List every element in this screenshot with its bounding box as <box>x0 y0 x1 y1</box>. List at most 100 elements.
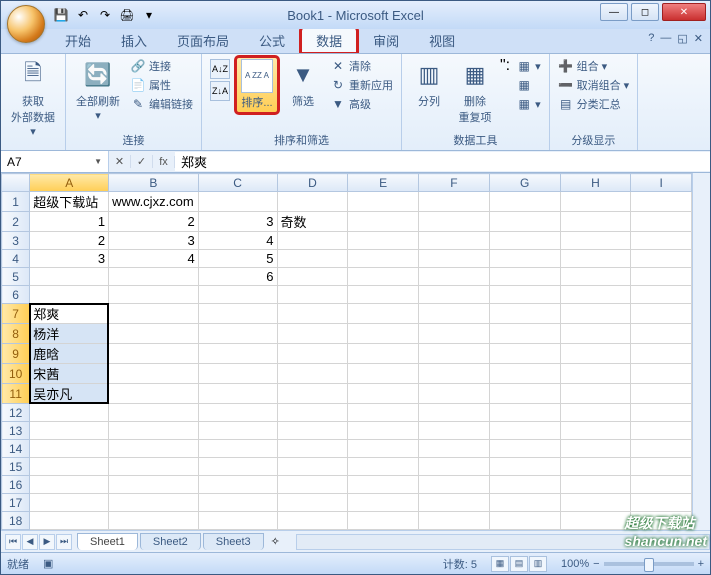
cell-G14[interactable] <box>489 440 560 458</box>
cell-I16[interactable] <box>631 476 692 494</box>
tab-review[interactable]: 审阅 <box>359 28 413 53</box>
cell-G6[interactable] <box>489 286 560 304</box>
cell-A10[interactable]: 宋茜 <box>30 364 109 384</box>
cell-D7[interactable] <box>277 304 348 324</box>
cell-D14[interactable] <box>277 440 348 458</box>
row-header-7[interactable]: 7 <box>2 304 30 324</box>
properties-button[interactable]: 📄属性 <box>128 76 195 94</box>
new-sheet-icon[interactable]: ✧ <box>265 535 286 548</box>
ungroup-button[interactable]: ➖取消组合▾ <box>556 76 632 94</box>
cell-H17[interactable] <box>560 494 631 512</box>
cell-A14[interactable] <box>30 440 109 458</box>
cell-C2[interactable]: 3 <box>198 212 277 232</box>
cell-G13[interactable] <box>489 422 560 440</box>
tab-nav-next-icon[interactable]: ▶ <box>39 534 55 550</box>
cell-C12[interactable] <box>198 404 277 422</box>
cell-D19[interactable] <box>277 530 348 531</box>
cell-F9[interactable] <box>419 344 490 364</box>
cell-A18[interactable] <box>30 512 109 530</box>
minimize-button[interactable]: — <box>600 3 628 21</box>
cell-G11[interactable] <box>489 384 560 404</box>
get-external-data-button[interactable]: 🗎 获取 外部数据 ▾ <box>7 57 59 140</box>
view-page-layout-icon[interactable]: ▤ <box>510 556 528 572</box>
cell-B18[interactable] <box>109 512 199 530</box>
sheet-tab-1[interactable]: Sheet1 <box>77 533 138 550</box>
cell-H1[interactable] <box>560 192 631 212</box>
cell-G7[interactable] <box>489 304 560 324</box>
cell-F3[interactable] <box>419 232 490 250</box>
cell-E12[interactable] <box>348 404 419 422</box>
cell-C7[interactable] <box>198 304 277 324</box>
vertical-scrollbar[interactable] <box>692 173 710 530</box>
cell-F15[interactable] <box>419 458 490 476</box>
tab-formula[interactable]: 公式 <box>245 28 299 53</box>
col-header-F[interactable]: F <box>419 174 490 192</box>
cell-I3[interactable] <box>631 232 692 250</box>
view-normal-icon[interactable]: ▦ <box>491 556 509 572</box>
help-icon[interactable]: ? <box>648 32 654 45</box>
cell-G18[interactable] <box>489 512 560 530</box>
subtotal-button[interactable]: ▤分类汇总 <box>556 95 632 113</box>
macro-record-icon[interactable]: ▣ <box>43 557 53 570</box>
cell-G2[interactable] <box>489 212 560 232</box>
cell-B8[interactable] <box>109 324 199 344</box>
cell-I2[interactable] <box>631 212 692 232</box>
cell-I6[interactable] <box>631 286 692 304</box>
cell-B1[interactable]: www.cjxz.com <box>109 192 199 212</box>
cell-C15[interactable] <box>198 458 277 476</box>
cell-B17[interactable] <box>109 494 199 512</box>
cell-F12[interactable] <box>419 404 490 422</box>
connections-button[interactable]: 🔗连接 <box>128 57 195 75</box>
cell-F11[interactable] <box>419 384 490 404</box>
cell-I4[interactable] <box>631 250 692 268</box>
row-header-14[interactable]: 14 <box>2 440 30 458</box>
cell-F2[interactable] <box>419 212 490 232</box>
cell-G17[interactable] <box>489 494 560 512</box>
col-header-H[interactable]: H <box>560 174 631 192</box>
view-page-break-icon[interactable]: ▥ <box>529 556 547 572</box>
cell-G3[interactable] <box>489 232 560 250</box>
cell-H19[interactable] <box>560 530 631 531</box>
fx-icon[interactable]: fx <box>153 156 175 168</box>
cell-E17[interactable] <box>348 494 419 512</box>
cell-A17[interactable] <box>30 494 109 512</box>
cell-B15[interactable] <box>109 458 199 476</box>
cell-G15[interactable] <box>489 458 560 476</box>
qat-more-icon[interactable]: ▾ <box>139 5 159 25</box>
cell-A3[interactable]: 2 <box>30 232 109 250</box>
cell-A8[interactable]: 杨洋 <box>30 324 109 344</box>
cell-A5[interactable] <box>30 268 109 286</box>
cell-G16[interactable] <box>489 476 560 494</box>
sort-desc-button[interactable]: Z↓A <box>210 81 230 101</box>
cell-I11[interactable] <box>631 384 692 404</box>
cell-A9[interactable]: 鹿晗 <box>30 344 109 364</box>
zoom-control[interactable]: 100% − + <box>561 558 704 570</box>
cell-D6[interactable] <box>277 286 348 304</box>
cell-C1[interactable] <box>198 192 277 212</box>
col-header-E[interactable]: E <box>348 174 419 192</box>
cell-G5[interactable] <box>489 268 560 286</box>
cell-B4[interactable]: 4 <box>109 250 199 268</box>
cell-C13[interactable] <box>198 422 277 440</box>
cell-I12[interactable] <box>631 404 692 422</box>
col-header-I[interactable]: I <box>631 174 692 192</box>
cell-B11[interactable] <box>109 384 199 404</box>
cell-E13[interactable] <box>348 422 419 440</box>
cell-I14[interactable] <box>631 440 692 458</box>
cell-E6[interactable] <box>348 286 419 304</box>
col-header-G[interactable]: G <box>489 174 560 192</box>
clear-filter-button[interactable]: ✕清除 <box>328 57 395 75</box>
zoom-slider[interactable] <box>604 562 694 566</box>
cell-A15[interactable] <box>30 458 109 476</box>
cell-D12[interactable] <box>277 404 348 422</box>
cell-C8[interactable] <box>198 324 277 344</box>
cell-I9[interactable] <box>631 344 692 364</box>
cell-I13[interactable] <box>631 422 692 440</box>
cell-E2[interactable] <box>348 212 419 232</box>
cell-A12[interactable] <box>30 404 109 422</box>
tab-data[interactable]: 数据 <box>301 27 357 53</box>
cell-C9[interactable] <box>198 344 277 364</box>
cell-B13[interactable] <box>109 422 199 440</box>
cancel-edit-icon[interactable]: ✕ <box>109 155 131 168</box>
cell-E9[interactable] <box>348 344 419 364</box>
